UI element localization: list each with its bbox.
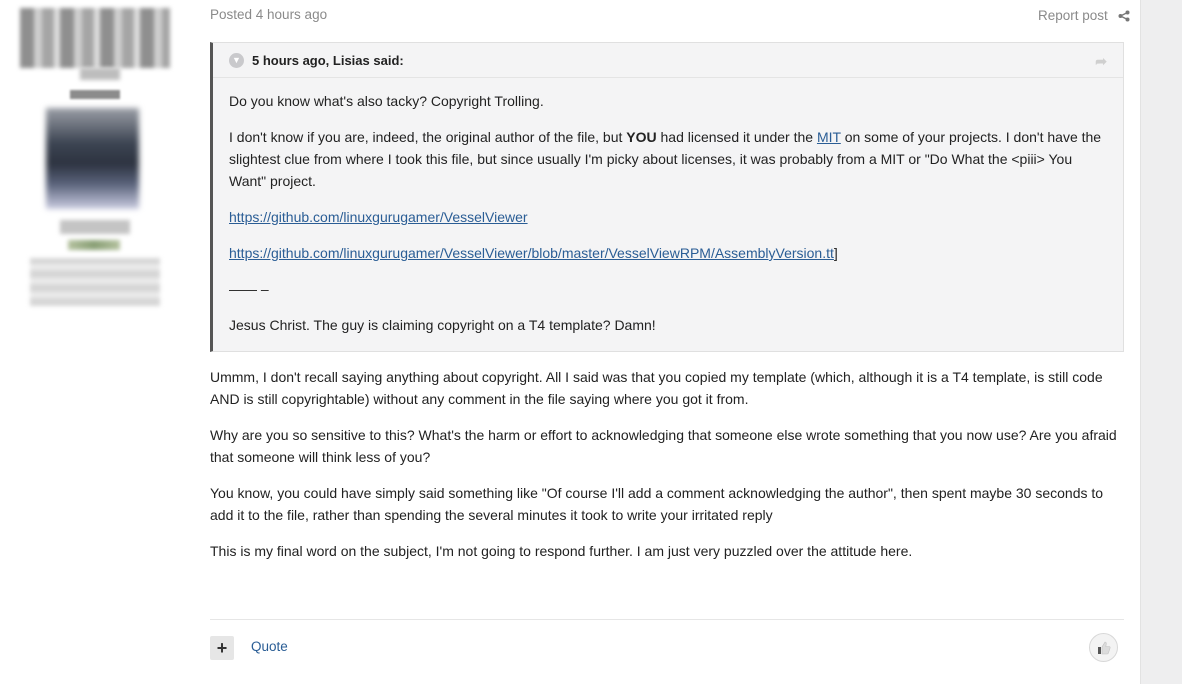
share-icon[interactable] [1118,10,1130,22]
quote-bold-text: YOU [626,129,657,145]
quote-divider: —— – [229,281,269,297]
author-meta-redacted [30,258,160,306]
vesselviewer-repo-link[interactable]: https://github.com/linuxgurugamer/Vessel… [229,209,528,225]
avatar[interactable] [46,108,139,209]
post-paragraph: Ummm, I don't recall saying anything abo… [210,369,1103,407]
quote-paragraph: Jesus Christ. The guy is claiming copyri… [229,317,656,333]
quote-text: ] [833,245,838,261]
author-name-redacted [20,8,170,68]
quote-paragraph: Do you know what's also tacky? Copyright… [229,93,544,109]
like-button[interactable] [1089,633,1118,662]
thumbs-up-icon[interactable] [1097,641,1111,655]
multiquote-button[interactable]: + [210,636,234,660]
quote-citation: 5 hours ago, Lisias said: [252,52,404,68]
post-paragraph: Why are you so sensitive to this? What's… [210,427,1117,465]
author-rank-bar [70,90,120,99]
post-timestamp: Posted 4 hours ago [210,7,328,22]
quote-header: ▼ 5 hours ago, Lisias said: ➦ [213,43,1123,78]
chevron-down-icon[interactable]: ▼ [229,52,244,68]
quoted-post: ▼ 5 hours ago, Lisias said: ➦ Do you kno… [210,42,1124,352]
author-badge-redacted [68,240,120,250]
quote-button[interactable]: Quote [251,639,288,654]
quote-body: Do you know what's also tacky? Copyright… [213,78,1123,336]
post-content: Ummm, I don't recall saying anything abo… [210,366,1130,576]
post-footer-divider [210,619,1124,620]
quote-paragraph: I don't know if you are, indeed, the ori… [229,126,1107,192]
page-side-strip [1140,0,1182,684]
quote-text: I don't know if you are, indeed, the ori… [229,129,627,145]
post-paragraph: This is my final word on the subject, I'… [210,543,913,559]
report-post-link[interactable]: Report post [1038,8,1130,23]
forward-arrow-icon[interactable]: ➦ [1095,53,1107,70]
quote-paragraph: https://github.com/linuxgurugamer/Vessel… [229,242,1107,264]
post-paragraph: You know, you could have simply said som… [210,485,1104,523]
author-stats-redacted [60,220,130,234]
quote-paragraph: https://github.com/linuxgurugamer/Vessel… [229,206,1107,228]
quote-text: had licensed it under the [656,129,817,145]
author-title-redacted [80,68,120,80]
report-post-label[interactable]: Report post [1038,8,1108,23]
mit-license-link[interactable]: MIT [817,129,841,145]
author-info-panel [0,0,190,684]
assembly-version-link[interactable]: https://github.com/linuxgurugamer/Vessel… [229,245,834,261]
